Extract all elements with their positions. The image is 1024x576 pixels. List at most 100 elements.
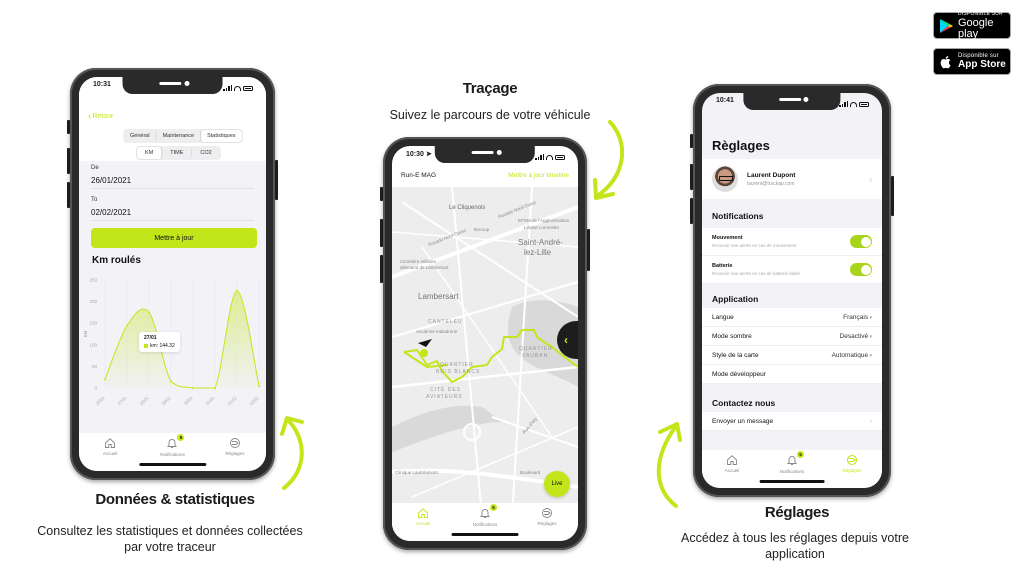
phone-settings: 10:41 Règlages Laurent Dupont laurent@tr… xyxy=(690,84,894,497)
map-label: Clinique Lautréamont xyxy=(395,470,438,475)
map-roads xyxy=(392,187,578,503)
status-time: 10:41 xyxy=(716,97,734,104)
settings-icon xyxy=(542,508,552,518)
home-icon xyxy=(418,508,428,518)
map-label: VAUBAN xyxy=(522,353,549,359)
battery-icon xyxy=(555,154,565,160)
y-tick-label: 150 xyxy=(89,321,97,326)
map-label: Lilloise Lommelet xyxy=(524,225,559,230)
tab-accueil[interactable]: Accueil xyxy=(702,454,761,488)
home-icon xyxy=(105,438,116,448)
toggle-title: Batterie xyxy=(712,263,733,269)
mouvement-toggle[interactable] xyxy=(850,235,872,248)
chart-title: Km roulés xyxy=(92,255,141,266)
settings-title: Réglages xyxy=(764,504,830,521)
tab-maintenance[interactable]: Maintenance xyxy=(157,130,202,142)
battery-icon xyxy=(859,101,869,107)
tab-accueil[interactable]: Accueil xyxy=(79,437,141,471)
y-tick-label: 0 xyxy=(94,386,97,391)
settings-icon xyxy=(846,454,858,466)
app-store-badge[interactable]: Disponible sur App Store xyxy=(933,48,1011,75)
x-tick-label: 28/01 xyxy=(139,395,151,407)
google-play-badge[interactable]: DISPONIBLE SUR Google play xyxy=(933,10,1011,39)
map-label: CITÉ DES xyxy=(430,387,462,393)
map-label: QUARTIER xyxy=(519,346,553,352)
chevron-right-icon: › xyxy=(869,174,872,184)
setting-label: Style de la carte xyxy=(712,351,759,359)
setting-value: Français xyxy=(843,314,872,321)
home-indicator xyxy=(138,463,207,466)
batterie-toggle[interactable] xyxy=(850,263,872,276)
map-label: CANTELEU xyxy=(428,319,463,325)
tab-reglages[interactable]: Réglages xyxy=(516,507,577,541)
section-header-contact: Contactez nous xyxy=(712,398,776,408)
map-view[interactable]: Le Cliquenois Rocade Nord-Ouest Rocade N… xyxy=(392,187,578,503)
from-date-field[interactable]: De 26/01/2021 xyxy=(79,161,266,193)
toggle-subtitle: Recevoir une alerte en cas de batterie f… xyxy=(712,271,801,276)
tab-km[interactable]: KM xyxy=(137,147,163,159)
tab-statistiques[interactable]: Statistiques xyxy=(201,130,242,142)
location-arrow-icon: ➤ xyxy=(425,151,432,158)
section-header-notifications: Notifications xyxy=(712,211,764,221)
map-label: Saint-André- xyxy=(518,238,563,247)
y-tick-label: 200 xyxy=(89,299,97,304)
to-date-field[interactable]: To 02/02/2021 xyxy=(79,193,266,225)
tab-general[interactable]: Général xyxy=(124,130,157,142)
setting-row-style-carte[interactable]: Style de la carte Automatique xyxy=(702,346,882,365)
signal-icon xyxy=(839,101,848,107)
map-header: Run-E MAG Mettre à jour timeline xyxy=(392,164,578,187)
tooltip-date: 27/01 xyxy=(144,335,157,341)
status-time: 10:31 xyxy=(93,81,111,88)
update-button[interactable]: Mettre à jour xyxy=(91,228,257,248)
tab-reglages[interactable]: Réglages xyxy=(822,454,881,488)
map-label: QUARTIER xyxy=(440,362,474,368)
setting-row-langue[interactable]: Langue Français xyxy=(702,308,882,327)
settings-desc-line1: Accédez à tous les réglages depuis votre xyxy=(681,531,909,545)
map-label: Bocoop xyxy=(474,227,490,232)
tab-co2[interactable]: CO2 xyxy=(192,147,219,159)
profile-name: Laurent Dupont xyxy=(747,171,796,179)
chart-tooltip: 27/01 km: 144.32 xyxy=(139,332,180,352)
google-play-icon xyxy=(940,18,953,33)
series-area xyxy=(105,290,259,388)
home-indicator xyxy=(451,533,519,536)
map-label: Boulevard xyxy=(520,470,541,475)
metric-segmented-control: KM TIME CO2 xyxy=(136,146,221,160)
x-tick-label: 26/01 xyxy=(95,395,107,407)
stats-desc-line2: par votre traceur xyxy=(124,540,216,554)
curved-arrow-icon xyxy=(593,120,625,200)
live-button[interactable]: Live xyxy=(544,471,570,497)
toggle-title: Mouvement xyxy=(712,235,743,241)
profile-row[interactable]: Laurent Dupont laurent@trackap.com › xyxy=(702,159,882,199)
from-value: 26/01/2021 xyxy=(91,176,254,189)
tab-accueil[interactable]: Accueil xyxy=(392,507,453,541)
tab-label: Accueil xyxy=(102,451,118,456)
setting-row-mode-developpeur[interactable]: Mode développeur xyxy=(702,365,882,384)
x-tick-label: 30/01 xyxy=(183,395,195,407)
curved-arrow-icon xyxy=(280,416,304,490)
data-point xyxy=(257,384,261,388)
data-point xyxy=(103,377,107,381)
home-icon xyxy=(727,455,737,465)
send-message-row[interactable]: Envoyer un message › xyxy=(702,412,882,431)
main-segmented-control: Général Maintenance Statistiques xyxy=(123,129,243,143)
data-point xyxy=(147,310,151,314)
back-button[interactable]: ‹ Retour xyxy=(88,111,113,122)
y-axis-label: KM xyxy=(83,330,88,337)
setting-label: Langue xyxy=(712,313,734,321)
wifi-icon xyxy=(546,154,553,160)
x-tick-label: 27/01 xyxy=(117,395,129,407)
y-tick-label: 250 xyxy=(89,278,97,283)
application-block: Langue Français Mode sombre Desactivé St… xyxy=(702,308,882,384)
tab-reglages[interactable]: Réglages xyxy=(204,437,266,471)
update-timeline-link[interactable]: Mettre à jour timeline xyxy=(508,172,569,179)
stats-desc-line1: Consultez les statistiques et données co… xyxy=(37,524,303,538)
badge-top-text: DISPONIBLE SUR xyxy=(958,10,1003,17)
data-point xyxy=(169,380,173,383)
setting-value: Desactivé xyxy=(840,333,872,340)
setting-row-mode-sombre[interactable]: Mode sombre Desactivé xyxy=(702,327,882,346)
x-tick-label: 31/01 xyxy=(205,395,217,407)
vehicle-marker[interactable] xyxy=(420,349,428,357)
tab-time[interactable]: TIME xyxy=(162,147,193,159)
chevron-left-icon: ‹ xyxy=(88,111,92,122)
